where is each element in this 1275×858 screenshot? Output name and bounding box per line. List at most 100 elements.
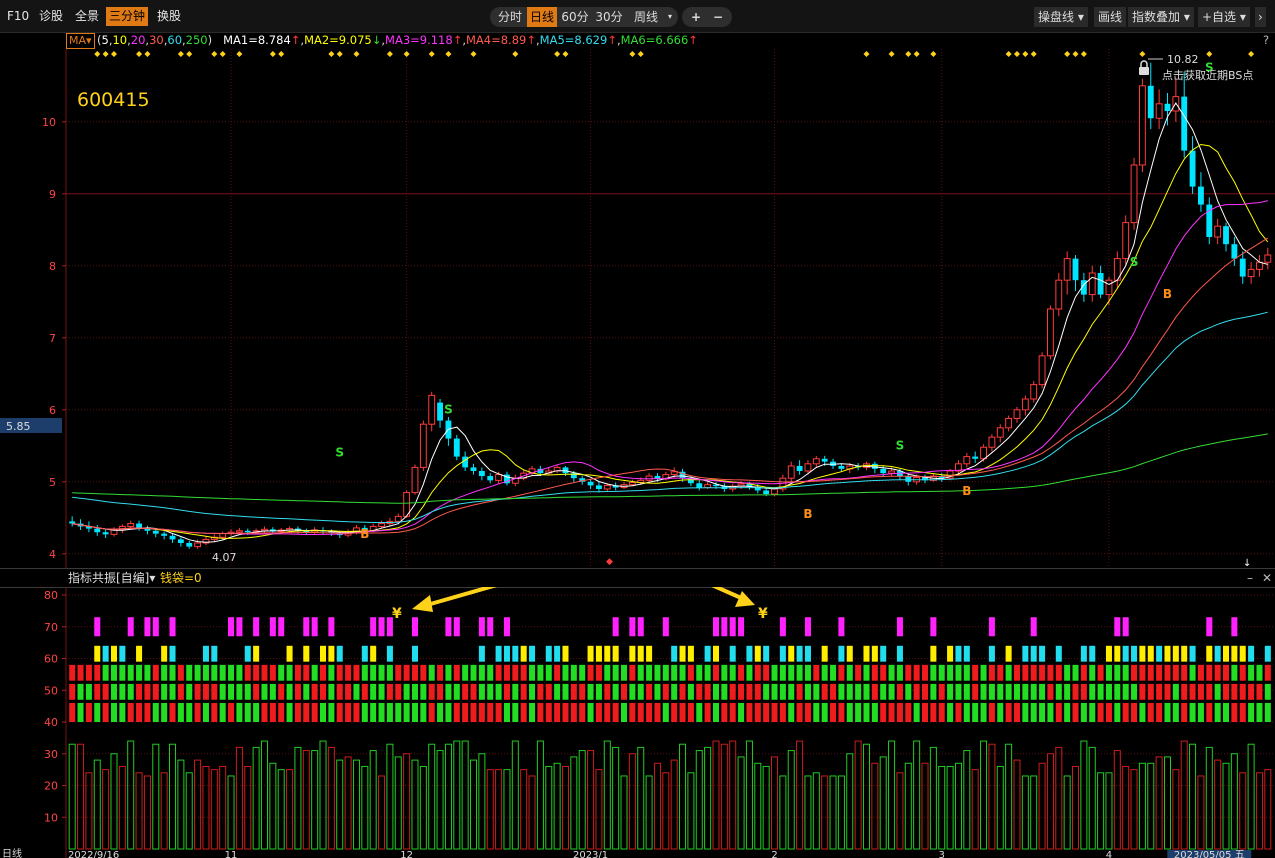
signal-block — [545, 683, 552, 700]
strength-bar — [352, 759, 360, 850]
tab-weekly[interactable]: 周线 — [628, 7, 664, 27]
signal-block — [219, 664, 226, 681]
level70-block — [269, 617, 276, 637]
switch-stock-button[interactable]: 换股 — [154, 7, 184, 26]
level70-block — [152, 617, 159, 637]
signal-block — [428, 664, 435, 681]
help-icon[interactable]: ? — [1263, 32, 1269, 49]
level60-block — [930, 645, 937, 662]
level60-block — [1223, 645, 1230, 662]
price-tick-label: 10 — [42, 116, 56, 129]
bs-signal-b: B — [1163, 287, 1172, 301]
close-icon[interactable]: ✕ — [1262, 569, 1272, 587]
signal-block — [311, 683, 318, 700]
signal-block — [1005, 683, 1012, 700]
signal-block — [662, 664, 669, 681]
signal-block — [863, 683, 870, 700]
red-diamond-icon: ◆ — [606, 557, 613, 567]
zoom-out-icon[interactable]: − — [708, 7, 728, 27]
signal-block — [846, 683, 853, 700]
strength-bar — [988, 743, 996, 850]
price-tick-label: 7 — [49, 332, 56, 345]
signal-block — [136, 702, 143, 722]
collapse-panel-icon[interactable]: › — [1255, 7, 1266, 27]
candle-body — [1231, 244, 1238, 259]
strength-bar — [737, 756, 745, 850]
chevron-down-icon[interactable]: ▾ — [664, 7, 676, 27]
signal-block — [395, 683, 402, 700]
signal-block — [1214, 683, 1221, 700]
signal-block — [269, 702, 276, 722]
signal-block — [562, 664, 569, 681]
ma-line — [72, 200, 1268, 535]
signal-block — [144, 664, 151, 681]
strength-bar — [578, 750, 586, 850]
f10-button[interactable]: F10 — [4, 7, 32, 26]
level70-block — [253, 617, 260, 637]
signal-block — [570, 683, 577, 700]
signal-block — [186, 664, 193, 681]
strength-bar — [1197, 775, 1205, 850]
signal-block — [1097, 664, 1104, 681]
level70-block — [896, 617, 903, 637]
level70-block — [721, 617, 728, 637]
strength-bar — [720, 743, 728, 850]
candlestick-chart[interactable]: 45678910 SBSBSBSBS 600415 10.82 4.07 点击获… — [0, 49, 1275, 568]
signal-block — [520, 664, 527, 681]
indicator-chart[interactable]: 10 20 30 40 50 60 70 80 ¥ ¥ 2022/9/16 11 12 2023/1… — [0, 587, 1275, 858]
candle-body — [1005, 417, 1013, 429]
signal-block — [386, 683, 393, 700]
yellow-arrow-left — [412, 587, 498, 612]
strength-bar — [1030, 775, 1038, 850]
level60-block — [1248, 645, 1255, 662]
signal-block — [428, 683, 435, 700]
signal-block — [1064, 702, 1071, 722]
trade-line-button[interactable]: 操盘线 ▾ — [1034, 7, 1088, 27]
indicator-title[interactable]: 指标共振[自编]▾ — [68, 569, 155, 587]
signal-block — [512, 683, 519, 700]
strength-bar — [327, 746, 335, 850]
strength-bar — [745, 740, 753, 850]
signal-block — [1239, 702, 1246, 722]
minimize-icon[interactable]: – — [1247, 569, 1253, 587]
tab-daily[interactable]: 日线 — [527, 7, 557, 27]
tab-30min[interactable]: 30分 — [593, 7, 625, 27]
candle-body — [821, 458, 828, 462]
diamond-icon — [554, 51, 561, 57]
candle-body — [804, 463, 812, 472]
strength-bar — [1055, 746, 1063, 850]
signal-block — [587, 664, 594, 681]
panorama-button[interactable]: 全景 — [72, 7, 102, 26]
signal-block — [202, 664, 209, 681]
add-watchlist-button[interactable]: +自选 ▾ — [1198, 7, 1250, 27]
price-marker[interactable]: 5.85 — [0, 418, 62, 433]
candle-body — [244, 530, 251, 533]
candle-body — [1088, 272, 1096, 296]
signal-block — [729, 702, 736, 722]
tab-60min[interactable]: 60分 — [559, 7, 591, 27]
signal-block — [679, 664, 686, 681]
draw-line-button[interactable]: 画线 — [1094, 7, 1127, 27]
level70-block — [1231, 617, 1238, 637]
level60-block — [1080, 645, 1087, 662]
tab-intraday[interactable]: 分时 — [494, 7, 526, 27]
indicator-title-label: 指标共振[自编] — [68, 571, 150, 585]
candle-body — [988, 436, 996, 448]
signal-block — [1030, 683, 1037, 700]
scroll-down-icon[interactable]: ↓ — [1243, 558, 1251, 568]
zoom-in-icon[interactable]: + — [686, 7, 706, 27]
diagnose-button[interactable]: 诊股 — [36, 7, 66, 26]
level70-block — [1030, 617, 1037, 637]
level60-block — [595, 645, 602, 662]
candle-body — [1038, 355, 1046, 386]
strength-bar — [670, 759, 678, 850]
level70-block — [629, 617, 636, 637]
signal-block — [1064, 683, 1071, 700]
signal-block — [169, 683, 176, 700]
ma-selector[interactable]: MA▾ — [66, 33, 95, 49]
three-minute-button[interactable]: 三分钟 — [106, 7, 149, 26]
level60-block — [1005, 645, 1012, 662]
signal-block — [679, 683, 686, 700]
level70-block — [1206, 617, 1213, 637]
index-overlay-button[interactable]: 指数叠加 ▾ — [1128, 7, 1194, 27]
